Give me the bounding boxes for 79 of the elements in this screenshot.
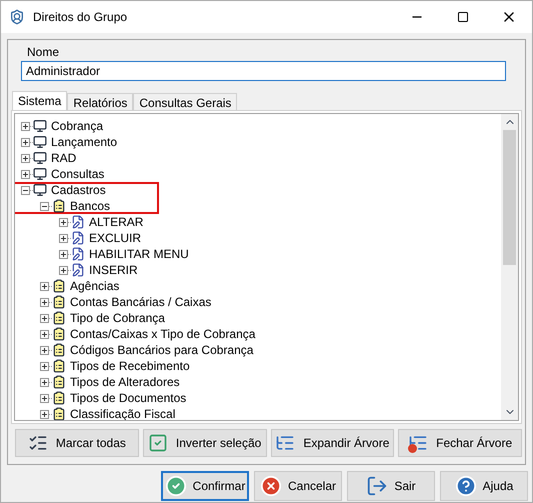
maximize-icon (457, 11, 469, 23)
tree-item[interactable]: INSERIR (89, 262, 138, 278)
dialog-button[interactable]: Cancelar (254, 471, 342, 501)
dialog-button[interactable]: Sair (347, 471, 435, 501)
expand-icon[interactable] (40, 282, 49, 290)
tree-item[interactable]: RAD (51, 150, 76, 166)
tree-action-button[interactable]: Marcar todas (15, 429, 139, 457)
collapse-icon[interactable] (21, 186, 30, 194)
scrollbar-thumb[interactable] (503, 130, 516, 265)
clipboard-icon (52, 279, 66, 293)
help-icon (454, 475, 477, 497)
pen-document-icon (71, 215, 85, 229)
computer-icon (33, 167, 47, 181)
clipboard-icon (52, 359, 66, 373)
tree-item[interactable]: Tipo de Cobrança (70, 310, 165, 326)
expand-icon[interactable] (40, 362, 49, 370)
tab[interactable]: Sistema (12, 91, 68, 110)
expand-icon[interactable] (40, 314, 49, 322)
clipboard-icon (52, 391, 66, 405)
tab[interactable]: Relatórios (67, 93, 134, 110)
expand-icon[interactable] (40, 346, 49, 354)
exit-door-icon (366, 475, 388, 497)
clipboard-icon (52, 375, 66, 389)
tree-item[interactable]: Tipos de Recebimento (70, 358, 190, 374)
close-circle-icon (260, 475, 282, 497)
tree-item[interactable]: Tipos de Documentos (70, 390, 186, 406)
app-icon (9, 9, 25, 25)
tree-item[interactable]: Tipos de Alteradores (70, 374, 180, 390)
field-label: Nome (27, 44, 60, 60)
window-title: Direitos do Grupo (33, 9, 128, 26)
scrollbar[interactable] (501, 114, 518, 420)
expand-icon[interactable] (59, 218, 68, 226)
tree-item[interactable]: EXCLUIR (89, 230, 142, 246)
pen-document-icon (71, 231, 85, 245)
dialog-button[interactable]: Confirmar (161, 471, 249, 501)
tab[interactable]: Consultas Gerais (133, 93, 238, 110)
tree-item[interactable]: Lançamento (51, 134, 118, 150)
expand-icon[interactable] (40, 394, 49, 402)
clipboard-icon (52, 199, 66, 213)
pen-document-icon (71, 247, 85, 261)
computer-icon (33, 151, 47, 165)
expand-icon[interactable] (21, 154, 30, 162)
tree-item[interactable]: Bancos (70, 198, 110, 214)
check-circle-icon (164, 475, 187, 497)
expand-icon[interactable] (40, 378, 49, 386)
clipboard-icon (52, 295, 66, 309)
tree-item[interactable]: Agências (70, 278, 120, 294)
tree-item[interactable]: ALTERAR (89, 214, 144, 230)
tree-item[interactable]: Consultas (51, 166, 104, 182)
tree-item[interactable]: HABILITAR MENU (89, 246, 189, 262)
tree-action-button[interactable]: Inverter seleção (142, 429, 266, 457)
computer-icon (33, 183, 47, 197)
name-field[interactable]: Administrador (21, 61, 506, 81)
computer-icon (33, 135, 47, 149)
expand-icon[interactable] (21, 122, 30, 130)
dialog-button[interactable]: Ajuda (440, 471, 528, 501)
expand-icon[interactable] (59, 250, 68, 258)
tree-item[interactable]: Cobrança (51, 118, 104, 134)
expand-icon[interactable] (40, 410, 49, 418)
expand-icon[interactable] (21, 170, 30, 178)
tree-item[interactable]: Contas Bancárias / Caixas (70, 294, 212, 310)
expand-icon[interactable] (40, 330, 49, 338)
checkbox-icon (148, 433, 168, 453)
tree-item[interactable]: Códigos Bancários para Cobrança (70, 342, 254, 358)
tree-item[interactable]: Cadastros (51, 182, 106, 198)
expand-icon[interactable] (21, 138, 30, 146)
expand-icon[interactable] (59, 266, 68, 274)
clipboard-icon (52, 343, 66, 357)
tree-item[interactable]: Contas/Caixas x Tipo de Cobrança (70, 326, 256, 342)
clipboard-icon (52, 311, 66, 325)
expand-icon[interactable] (40, 298, 49, 306)
tree-action-button[interactable]: Expandir Árvore (270, 429, 394, 457)
pen-document-icon (71, 263, 85, 277)
clipboard-icon (52, 407, 66, 420)
computer-icon (33, 119, 47, 133)
collapse-icon[interactable] (40, 202, 49, 210)
clipboard-icon (52, 327, 66, 341)
expand-icon[interactable] (59, 234, 68, 242)
tree-action-button[interactable]: Fechar Árvore (398, 429, 522, 457)
